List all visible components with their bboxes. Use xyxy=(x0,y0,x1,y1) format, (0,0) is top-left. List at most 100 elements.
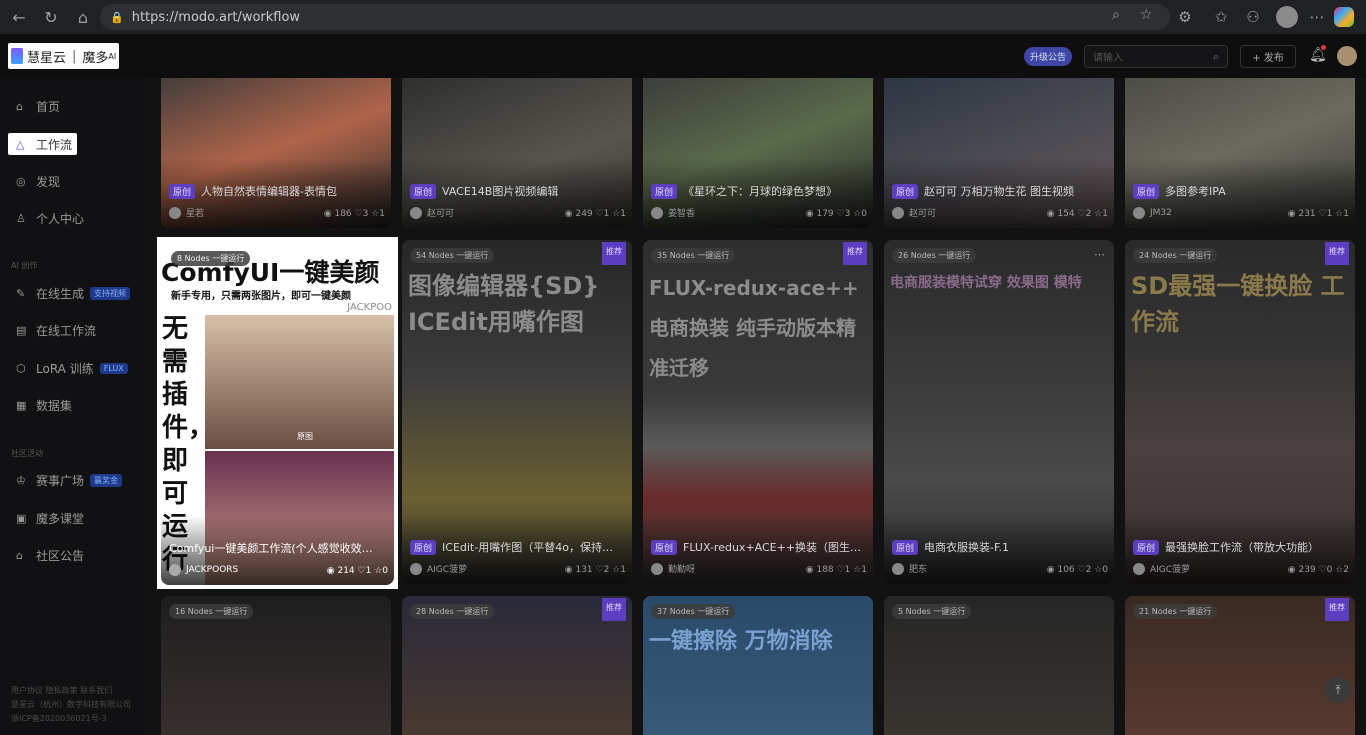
workflow-card[interactable]: 原创 人物自然表情编辑器-表情包 星若 ◉ 186 ♡3 ☆1 xyxy=(161,78,391,228)
discover-icon: ◎ xyxy=(16,174,26,188)
workflow-card[interactable]: 一键擦除 万物消除 37 Nodes 一键运行 xyxy=(643,596,873,735)
original-badge: 原创 xyxy=(410,184,437,199)
sidebar-item-contest[interactable]: ♔ 赛事广场 赢奖金 xyxy=(8,469,138,491)
back-icon[interactable]: ← xyxy=(6,4,32,30)
zoom-icon[interactable]: ⌕ xyxy=(1112,7,1120,23)
nodes-badge: 8 Nodes 一键运行 xyxy=(171,251,251,266)
reload-icon[interactable]: ↻ xyxy=(38,4,64,30)
tag-badge: FLUX xyxy=(99,362,128,374)
card-author[interactable]: JACKPOORS xyxy=(169,564,238,576)
workflow-card[interactable]: 28 Nodes 一键运行 推荐 xyxy=(402,596,632,735)
sidebar-item-label: 个人中心 xyxy=(36,211,85,226)
author-avatar xyxy=(892,562,904,575)
footer-icp[interactable]: 浙ICP备2020036021号-3 xyxy=(11,712,107,726)
workflow-card[interactable]: 5 Nodes 一键运行 xyxy=(884,596,1114,735)
search-icon[interactable]: ⌕ xyxy=(1213,50,1219,64)
author-avatar xyxy=(1133,207,1145,219)
card-title-text: 最强换脸工作流（带放大功能） xyxy=(1165,541,1320,554)
card-author[interactable]: AIGC菠萝 xyxy=(410,562,467,575)
card-art-text: 一键擦除 万物消除 xyxy=(649,629,833,654)
profile-switch-icon[interactable]: ⚇ xyxy=(1242,6,1264,28)
sidebar-item-home[interactable]: ⌂ 首页 xyxy=(8,95,138,117)
home-browser-icon[interactable]: ⌂ xyxy=(70,4,96,30)
card-author[interactable]: 勤勤呀 xyxy=(651,562,695,575)
favorites-icon[interactable]: ✩ xyxy=(1210,6,1232,28)
card-author[interactable]: 姜智香 xyxy=(651,206,695,219)
sidebar-item-class[interactable]: ▣ 魔多课堂 xyxy=(8,507,138,529)
workflow-card[interactable]: 电商服装模特试穿 效果图 模特 26 Nodes 一键运行 ⋯ 原创 电商衣服换装… xyxy=(884,240,1114,584)
avatar[interactable] xyxy=(1337,46,1357,66)
more-menu-icon[interactable]: ⋯ xyxy=(1306,6,1328,28)
author-avatar xyxy=(410,206,422,219)
browser-profile-avatar[interactable] xyxy=(1276,6,1298,28)
author-avatar xyxy=(169,564,181,576)
search-input[interactable]: 请输入 ⌕ xyxy=(1084,45,1228,68)
sidebar-item-label: 工作流 xyxy=(36,137,73,152)
card-stats: ◉ 231 ♡1 ☆1 xyxy=(1287,209,1349,219)
tag-badge: 支持视频 xyxy=(90,286,131,300)
more-options-icon[interactable]: ⋯ xyxy=(1094,248,1106,261)
workflow-card[interactable]: 16 Nodes 一键运行 xyxy=(161,596,391,735)
bookmark-star-icon[interactable]: ☆ xyxy=(1140,7,1153,23)
footer-links[interactable]: 用户协议 隐私政策 联系我们 xyxy=(11,684,112,698)
sidebar-item-dataset[interactable]: ▦ 数据集 xyxy=(8,394,138,416)
sidebar-item-lora[interactable]: ⬡ LoRA 训练 FLUX xyxy=(8,357,138,379)
card-stats: ◉ 106 ♡2 ☆0 xyxy=(1046,565,1108,575)
sidebar-item-label: 在线生成 xyxy=(36,286,85,301)
card-author[interactable]: 星若 xyxy=(169,206,204,219)
logo-mark-icon xyxy=(11,48,23,64)
highlighted-workflow-card[interactable]: ComfyUI一键美颜 新手专用，只需两张图片，即可一键美颜 JACKPOO 无… xyxy=(157,237,398,589)
sidebar-item-online-workflow[interactable]: ▤ 在线工作流 xyxy=(8,319,138,341)
copilot-icon[interactable] xyxy=(1334,7,1354,27)
recommend-ribbon: 推荐 xyxy=(1325,242,1349,265)
workflow-card[interactable]: 原创 VACE14B图片视频编辑 赵可可 ◉ 249 ♡1 ☆1 xyxy=(402,78,632,228)
back-to-top-button[interactable]: ⤒ xyxy=(1325,677,1351,703)
section-ai-heading: AI 创作 xyxy=(11,261,38,270)
nodes-badge: 54 Nodes 一键运行 xyxy=(410,248,495,263)
extensions-icon[interactable]: ⚙ xyxy=(1174,6,1196,28)
card-title: 原创 《星环之下：月球的绿色梦想》 xyxy=(651,183,865,199)
app-header: 慧星云 | 魔多 AI 升级公告 请输入 ⌕ + 发布 🔔︎ xyxy=(0,34,1366,78)
stars-count: 0 xyxy=(861,209,867,219)
views-count: 186 xyxy=(334,209,352,219)
workflow-card[interactable]: 原创 赵可可 万相万物生花 图生视频 赵可可 ◉ 154 ♡2 ☆1 xyxy=(884,78,1114,228)
card-stats: ◉ 239 ♡0 ☆2 xyxy=(1287,565,1349,575)
author-name: 肥东 xyxy=(909,565,928,575)
nodes-badge: 26 Nodes 一键运行 xyxy=(892,248,977,263)
workflow-card[interactable]: 图像编辑器{SD} ICEdit用嘴作图 54 Nodes 一键运行 推荐 原创… xyxy=(402,240,632,584)
logo-company: 慧星云 xyxy=(27,50,67,66)
stars-count: 1 xyxy=(379,209,385,219)
card-art-text: 图像编辑器{SD} ICEdit用嘴作图 xyxy=(408,272,600,336)
card-title-text: VACE14B图片视频编辑 xyxy=(442,185,559,198)
workflow-card[interactable]: 21 Nodes 一键运行 推荐 xyxy=(1125,596,1355,735)
workflow-card[interactable]: FLUX-redux-ace++ 电商换装 纯手动版本精准迁移 35 Nodes… xyxy=(643,240,873,584)
sidebar-item-label: LoRA 训练 xyxy=(36,361,94,376)
workflow-card[interactable]: 原创 《星环之下：月球的绿色梦想》 姜智香 ◉ 179 ♡3 ☆0 xyxy=(643,78,873,228)
sidebar-item-notice[interactable]: ⌂ 社区公告 xyxy=(8,544,138,566)
sidebar: ⌂ 首页 △ 工作流 ◎ 发现 ♙ 个人中心 AI 创作 ✎ 在线生成 支持视频 ▤ 在线工作… xyxy=(0,78,150,735)
workflow-card[interactable]: 原创 多图参考IPA JM32 ◉ 231 ♡1 ☆1 xyxy=(1125,78,1355,228)
publish-button[interactable]: + 发布 xyxy=(1240,45,1296,68)
logo[interactable]: 慧星云 | 魔多 AI xyxy=(8,43,119,69)
author-name: JM32 xyxy=(1150,208,1172,218)
likes-count: 2 xyxy=(603,565,610,575)
sidebar-item-online-gen[interactable]: ✎ 在线生成 支持视频 xyxy=(8,282,138,304)
address-bar[interactable]: 🔒 https://modo.art/workflow xyxy=(100,4,1170,30)
user-icon: ♙ xyxy=(16,211,26,225)
upgrade-notice-button[interactable]: 升级公告 xyxy=(1024,47,1072,66)
card-author[interactable]: AIGC菠萝 xyxy=(1133,562,1190,575)
original-badge: 原创 xyxy=(892,540,919,555)
sidebar-item-profile[interactable]: ♙ 个人中心 xyxy=(8,207,138,229)
workflow-card[interactable]: SD最强一键换脸 工作流 24 Nodes 一键运行 推荐 原创 最强换脸工作流（… xyxy=(1125,240,1355,584)
author-avatar xyxy=(169,206,181,219)
sidebar-item-discover[interactable]: ◎ 发现 xyxy=(8,170,138,192)
card-author[interactable]: 赵可可 xyxy=(410,206,454,219)
card-title: 原创 赵可可 万相万物生花 图生视频 xyxy=(892,183,1106,199)
card-author[interactable]: 赵可可 xyxy=(892,206,936,219)
original-badge: 原创 xyxy=(1133,540,1160,555)
card-author[interactable]: JM32 xyxy=(1133,207,1172,219)
nodes-badge: 16 Nodes 一键运行 xyxy=(169,604,254,619)
card-author[interactable]: 肥东 xyxy=(892,562,927,575)
sidebar-item-workflow[interactable]: △ 工作流 xyxy=(8,133,77,155)
views-count: 179 xyxy=(816,209,834,219)
